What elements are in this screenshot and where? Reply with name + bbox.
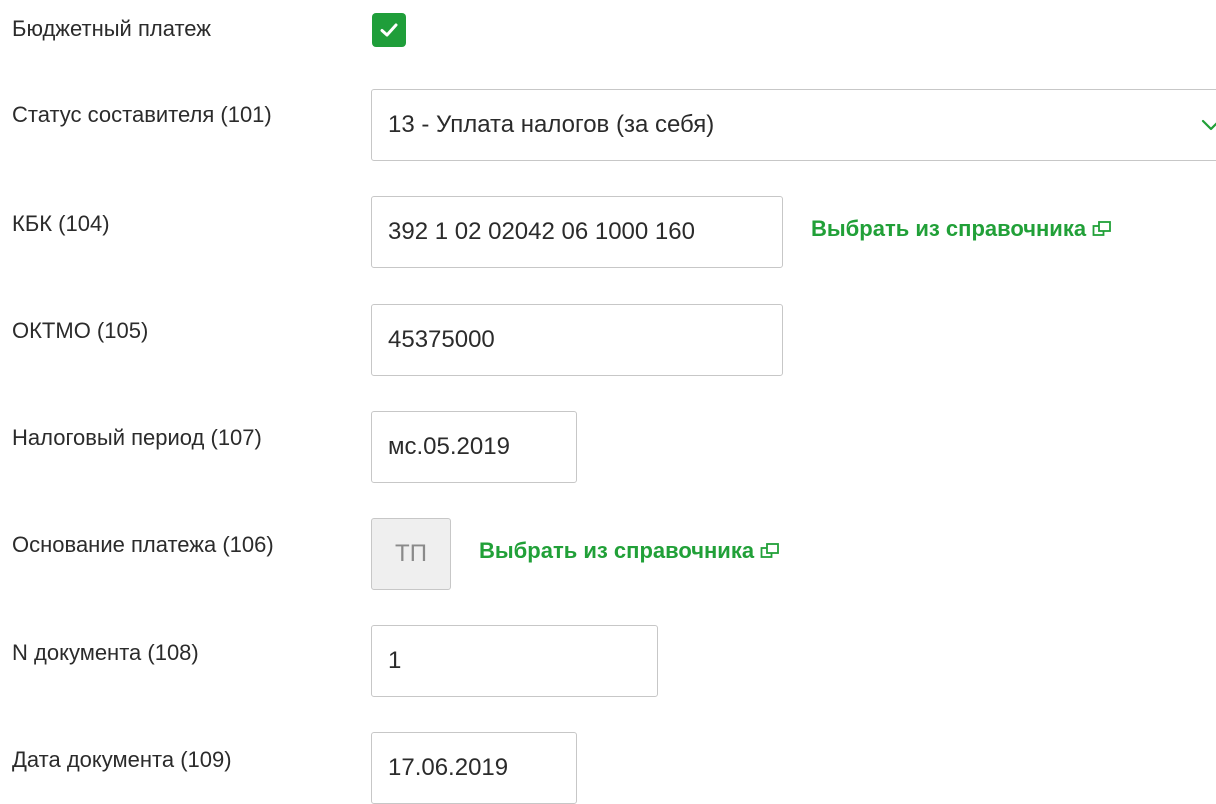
tax-period-value: мс.05.2019 bbox=[388, 433, 510, 460]
kbk-label: КБК (104) bbox=[12, 211, 110, 236]
kbk-directory-link[interactable]: Выбрать из справочника bbox=[811, 216, 1112, 242]
oktmo-input[interactable]: 45375000 bbox=[371, 304, 783, 376]
doc-number-input[interactable]: 1 bbox=[371, 625, 658, 697]
doc-date-input[interactable]: 17.06.2019 bbox=[371, 732, 577, 804]
oktmo-value: 45375000 bbox=[388, 326, 495, 353]
budget-payment-checkbox[interactable] bbox=[372, 13, 406, 47]
composer-status-label: Статус составителя (101) bbox=[12, 102, 272, 127]
composer-status-select[interactable]: 13 - Уплата налогов (за себя) bbox=[371, 89, 1216, 161]
doc-date-value: 17.06.2019 bbox=[388, 754, 509, 781]
payment-basis-label: Основание платежа (106) bbox=[12, 532, 274, 557]
external-window-icon bbox=[760, 543, 779, 558]
composer-status-value: 13 - Уплата налогов (за себя) bbox=[388, 111, 715, 138]
oktmo-label: ОКТМО (105) bbox=[12, 318, 149, 343]
payment-basis-directory-link[interactable]: Выбрать из справочника bbox=[479, 538, 780, 564]
kbk-input[interactable]: 392 1 02 02042 06 1000 160 bbox=[371, 196, 783, 268]
chevron-down-icon[interactable] bbox=[1200, 118, 1216, 132]
doc-number-label: N документа (108) bbox=[12, 640, 199, 665]
kbk-directory-link-label: Выбрать из справочника bbox=[811, 216, 1087, 241]
doc-date-label: Дата документа (109) bbox=[12, 747, 232, 772]
doc-number-value: 1 bbox=[388, 647, 402, 674]
payment-basis-input: ТП bbox=[371, 518, 451, 590]
payment-basis-value: ТП bbox=[395, 540, 427, 567]
payment-basis-directory-link-label: Выбрать из справочника bbox=[479, 538, 755, 563]
budget-payment-label: Бюджетный платеж bbox=[12, 16, 211, 41]
tax-period-input[interactable]: мс.05.2019 bbox=[371, 411, 577, 483]
checkmark-icon bbox=[380, 23, 398, 37]
kbk-value: 392 1 02 02042 06 1000 160 bbox=[388, 218, 695, 245]
tax-period-label: Налоговый период (107) bbox=[12, 425, 262, 450]
external-window-icon bbox=[1092, 221, 1111, 236]
